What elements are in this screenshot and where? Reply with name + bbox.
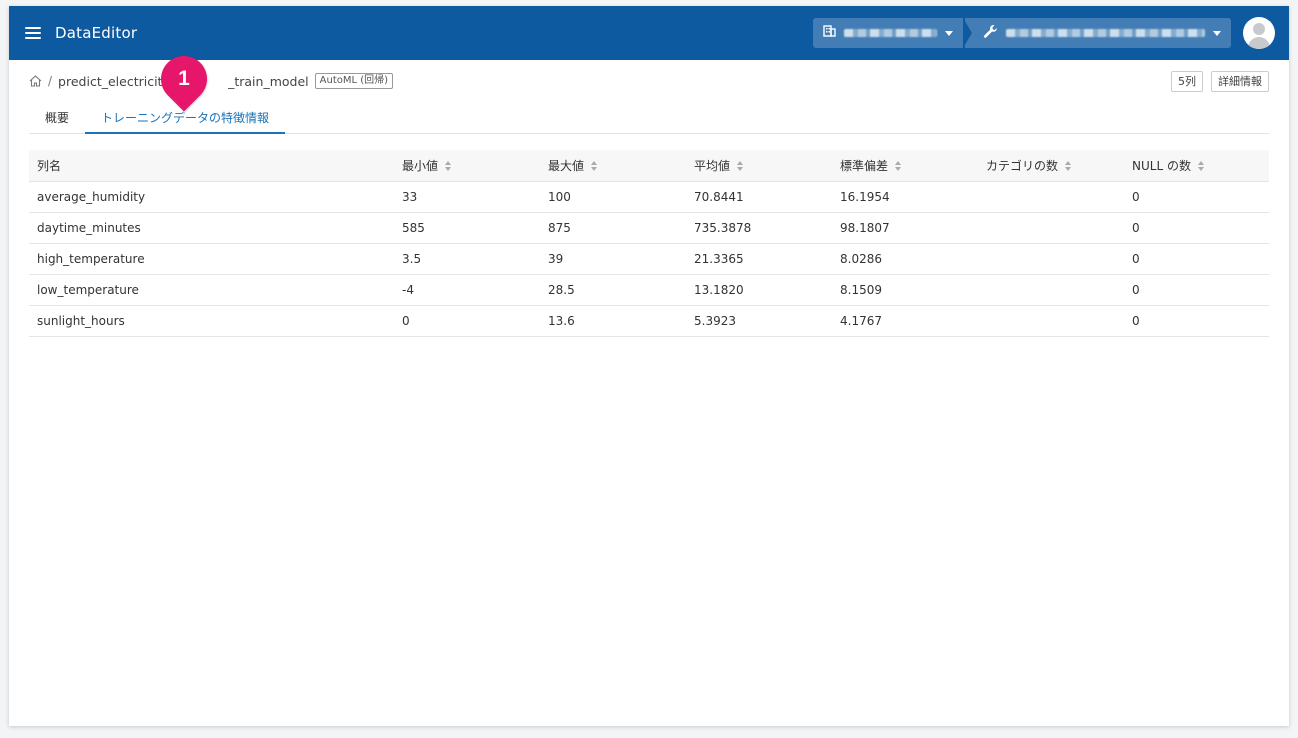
sort-icon[interactable]	[1064, 161, 1072, 172]
user-avatar[interactable]	[1243, 17, 1275, 49]
cell-mean: 70.8441	[686, 181, 832, 213]
cell-column-name: average_humidity	[29, 181, 394, 213]
top-bar: DataEditor	[9, 6, 1289, 60]
table-row: daytime_minutes 585 875 735.3878 98.1807…	[29, 212, 1269, 244]
chevron-down-icon	[1213, 30, 1221, 36]
feature-stats-table: 列名 最小値 最大値 平均値 標準偏差 カテゴリの数 NULL の数 avera…	[29, 150, 1269, 337]
sort-icon[interactable]	[736, 161, 744, 172]
table-row: average_humidity 33 100 70.8441 16.1954 …	[29, 181, 1269, 213]
wrench-icon	[983, 24, 998, 43]
cell-category-count	[978, 181, 1124, 213]
cell-null-count: 0	[1124, 305, 1269, 337]
table-row: low_temperature -4 28.5 13.1820 8.1509 0	[29, 274, 1269, 306]
cell-mean: 5.3923	[686, 305, 832, 337]
cell-max: 28.5	[540, 274, 686, 306]
callout-number: 1	[178, 67, 190, 90]
chevron-down-icon	[945, 30, 953, 36]
cell-column-name: daytime_minutes	[29, 212, 394, 244]
cell-null-count: 0	[1124, 212, 1269, 244]
tab-training-data-features[interactable]: トレーニングデータの特徴情報	[85, 102, 286, 134]
cell-max: 13.6	[540, 305, 686, 337]
cell-min: 3.5	[394, 243, 540, 275]
cell-mean: 735.3878	[686, 212, 832, 244]
home-icon[interactable]	[29, 75, 42, 87]
model-name-end: _train_model	[228, 73, 309, 89]
model-name-start: predict_electricity_	[58, 73, 177, 89]
sort-icon[interactable]	[894, 161, 902, 172]
cell-min: 0	[394, 305, 540, 337]
cell-stddev: 8.1509	[832, 274, 978, 306]
cell-stddev: 16.1954	[832, 181, 978, 213]
sort-icon[interactable]	[444, 161, 452, 172]
cell-category-count	[978, 305, 1124, 337]
organization-selector[interactable]	[813, 18, 963, 48]
sort-icon[interactable]	[1197, 161, 1205, 172]
cell-category-count	[978, 243, 1124, 275]
header-category-count[interactable]: カテゴリの数	[978, 150, 1124, 182]
table-row: sunlight_hours 0 13.6 5.3923 4.1767 0	[29, 305, 1269, 337]
cell-null-count: 0	[1124, 181, 1269, 213]
cell-max: 39	[540, 243, 686, 275]
cell-column-name: sunlight_hours	[29, 305, 394, 337]
details-button[interactable]: 詳細情報	[1211, 70, 1269, 92]
model-type-badge: AutoML (回帰)	[314, 73, 394, 89]
context-selectors	[813, 18, 1231, 48]
tab-overview[interactable]: 概要	[29, 102, 85, 133]
cell-category-count	[978, 274, 1124, 306]
sort-icon[interactable]	[590, 161, 598, 172]
cell-category-count	[978, 212, 1124, 244]
cell-null-count: 0	[1124, 243, 1269, 275]
cell-min: 585	[394, 212, 540, 244]
project-name-redacted	[1006, 29, 1205, 37]
cell-column-name: low_temperature	[29, 274, 394, 306]
hamburger-menu-icon[interactable]	[25, 27, 41, 39]
app-window: DataEditor / predict_electricity_ _train…	[9, 6, 1289, 726]
table-header-row: 列名 最小値 最大値 平均値 標準偏差 カテゴリの数 NULL の数	[29, 150, 1269, 182]
columns-button[interactable]: 5列	[1171, 70, 1203, 92]
header-min[interactable]: 最小値	[394, 150, 540, 182]
project-selector[interactable]	[963, 18, 1231, 48]
cell-stddev: 98.1807	[832, 212, 978, 244]
cell-mean: 21.3365	[686, 243, 832, 275]
building-icon	[823, 25, 836, 41]
cell-stddev: 4.1767	[832, 305, 978, 337]
header-mean[interactable]: 平均値	[686, 150, 832, 182]
cell-null-count: 0	[1124, 274, 1269, 306]
tab-bar: 概要 トレーニングデータの特徴情報	[29, 102, 1269, 134]
cell-column-name: high_temperature	[29, 243, 394, 275]
cell-max: 875	[540, 212, 686, 244]
cell-min: 33	[394, 181, 540, 213]
header-null-count[interactable]: NULL の数	[1124, 150, 1269, 182]
organization-name-redacted	[844, 29, 937, 37]
breadcrumb-separator: /	[48, 74, 53, 88]
main-content: / predict_electricity_ _train_model AutoM…	[9, 46, 1289, 337]
cell-min: -4	[394, 274, 540, 306]
header-column-name: 列名	[29, 150, 394, 182]
header-stddev[interactable]: 標準偏差	[832, 150, 978, 182]
cell-stddev: 8.0286	[832, 243, 978, 275]
cell-max: 100	[540, 181, 686, 213]
cell-mean: 13.1820	[686, 274, 832, 306]
table-row: high_temperature 3.5 39 21.3365 8.0286 0	[29, 243, 1269, 275]
breadcrumb: / predict_electricity_ _train_model AutoM…	[29, 46, 1269, 112]
header-max[interactable]: 最大値	[540, 150, 686, 182]
app-title: DataEditor	[55, 24, 138, 42]
